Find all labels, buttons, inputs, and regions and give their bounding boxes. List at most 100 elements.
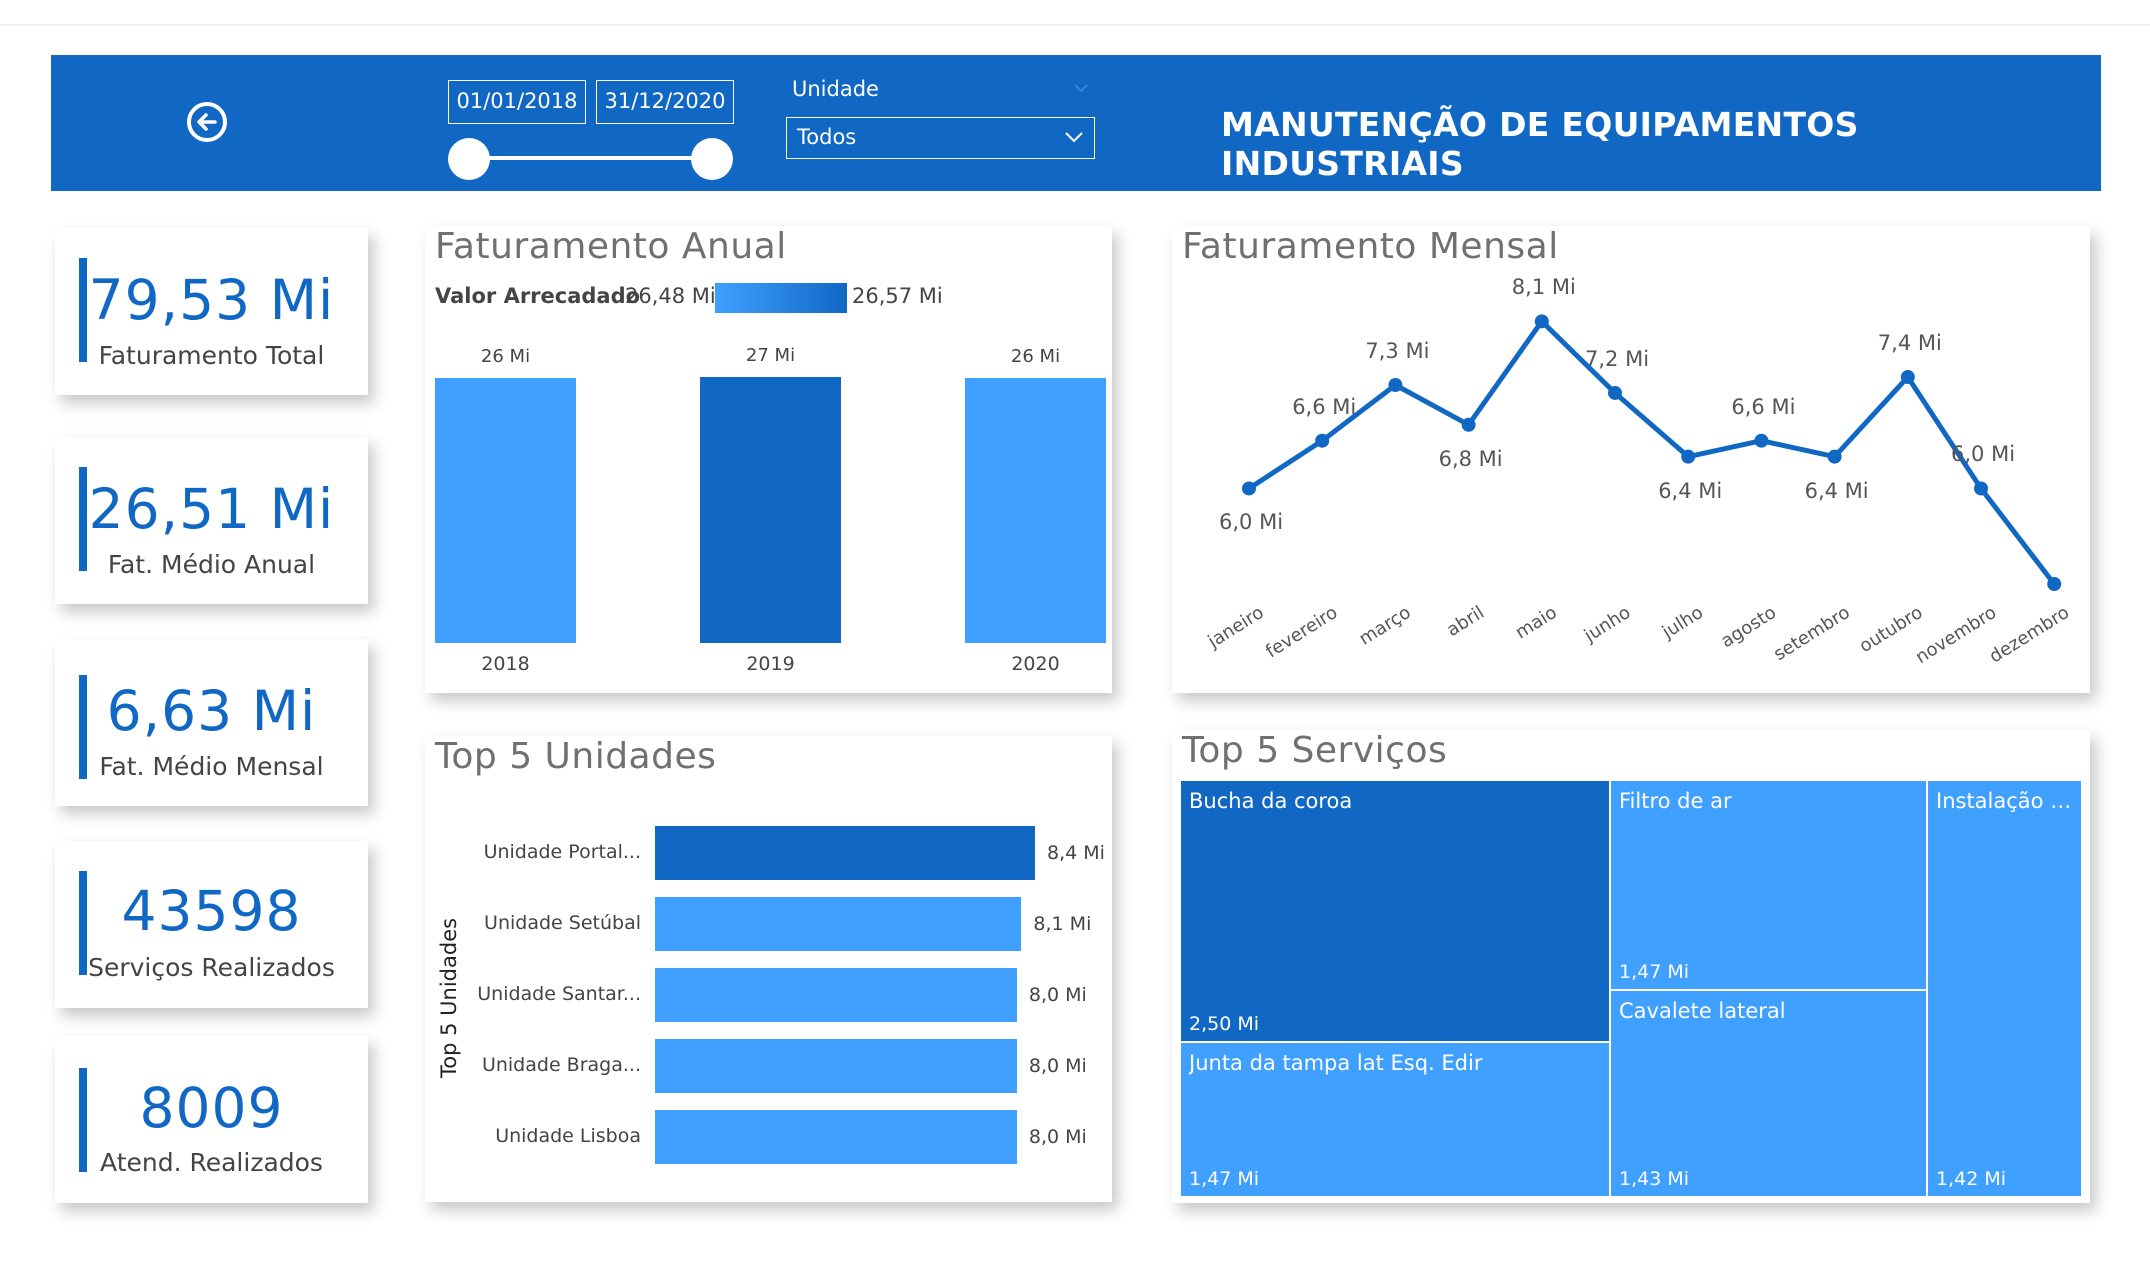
bar[interactable] [655,897,1022,951]
date-slider-end-handle[interactable] [691,138,733,180]
kpi-card-faturamento-total: 79,53 Mi Faturamento Total [55,228,368,395]
legend-title: Valor Arrecadado [435,284,641,308]
data-label: 6,0 Mi [1951,442,2016,467]
data-label: 6,4 Mi [1804,478,1869,503]
data-label: 6,4 Mi [1658,478,1723,503]
data-point[interactable] [1827,449,1842,464]
data-point[interactable] [1534,314,1549,329]
data-label: 26 Mi [1010,346,1061,368]
category-label: Unidade Portal... [483,841,641,863]
bar[interactable] [655,1110,1017,1164]
x-tick-label: 2020 [1011,653,1060,675]
tile-label: Instalação d... [1936,789,2075,813]
tile-value: 2,50 Mi [1189,1013,1260,1035]
tile-label: Bucha da coroa [1189,789,1353,813]
data-label: 8,0 Mi [1028,1055,1087,1077]
top-services-chart: Top 5 Serviços Bucha da coroa 2,50 Mi Junt… [1172,730,2090,1203]
kpi-value: 26,51 Mi [88,477,335,541]
category-label: Unidade Lisboa [495,1125,641,1147]
date-start-input[interactable]: 01/01/2018 [448,80,586,124]
data-point[interactable] [1681,449,1696,464]
kpi-label: Fat. Médio Anual [107,550,316,579]
treemap-tile[interactable]: Junta da tampa lat Esq. Edir 1,47 Mi [1180,1042,1610,1197]
back-button[interactable] [187,102,227,142]
data-point[interactable] [1900,370,1915,385]
tile-value: 1,47 Mi [1189,1168,1260,1190]
data-point[interactable] [1315,433,1330,448]
treemap-tile[interactable]: Filtro de ar 1,47 Mi [1610,780,1927,990]
data-label: 6,6 Mi [1292,394,1357,419]
data-point[interactable] [1242,481,1256,496]
page-title: MANUTENÇÃO DE EQUIPAMENTOS INDUSTRIAIS [1221,105,1859,183]
treemap-tile[interactable]: Bucha da coroa 2,50 Mi [1180,780,1610,1042]
chart-title: Top 5 Serviços [1182,730,1448,771]
data-label: 8,4 Mi [1047,842,1105,864]
data-point[interactable] [1754,433,1769,448]
data-point[interactable] [1608,385,1622,400]
legend-min: 26,48 Mi [625,284,716,308]
bar[interactable] [700,377,841,643]
top-units-chart: Top 5 Unidades Top 5 Unidades Unidade Po… [425,736,1112,1202]
data-label: 8,0 Mi [1028,984,1087,1006]
kpi-label: Serviços Realizados [88,953,335,982]
chart-title: Top 5 Unidades [435,736,717,777]
bar[interactable] [655,1039,1017,1093]
kpi-value: 8009 [139,1076,284,1140]
tile-value: 1,47 Mi [1619,961,1690,983]
treemap-tile[interactable]: Cavalete lateral 1,43 Mi [1610,990,1927,1197]
kpi-card-fat-medio-mensal: 6,63 Mi Fat. Médio Mensal [55,639,368,806]
treemap-tile[interactable]: Instalação d... 1,42 Mi [1927,780,2082,1197]
category-label: Unidade Braga... [481,1054,641,1076]
data-point[interactable] [1461,417,1476,432]
bar[interactable] [435,378,576,643]
monthly-revenue-chart: Faturamento Mensal 6,0 Mi janeiro 6,6 Mi fe… [1172,226,2090,693]
bar[interactable] [655,968,1017,1022]
bar[interactable] [965,378,1106,643]
kpi-card-servicos-realizados: 43598 Serviços Realizados [55,841,368,1008]
date-slider-start-handle[interactable] [448,138,490,180]
unit-dropdown[interactable]: Todos [786,117,1095,159]
chart-title: Faturamento Anual [435,226,787,267]
legend-gradient [715,283,847,313]
chevron-down-icon [1065,132,1083,143]
data-point[interactable] [1388,378,1403,392]
category-label: Unidade Santar... [477,983,641,1005]
arrow-left-icon [197,113,217,131]
unit-filter-label: Unidade [792,77,879,101]
date-end-input[interactable]: 31/12/2020 [596,80,734,124]
tile-label: Cavalete lateral [1619,999,1786,1023]
tile-label: Junta da tampa lat Esq. Edir [1189,1051,1483,1075]
data-label: 6,8 Mi [1438,446,1503,471]
data-point[interactable] [2047,577,2062,591]
kpi-card-atend-realizados: 8009 Atend. Realizados [55,1036,368,1203]
chevron-down-icon[interactable] [1072,79,1090,97]
bar[interactable] [655,826,1035,880]
data-label: 7,2 Mi [1585,346,1650,371]
tile-value: 1,42 Mi [1936,1168,2007,1190]
tile-value: 1,43 Mi [1619,1168,1690,1190]
x-tick-label: 2018 [481,653,530,675]
kpi-label: Atend. Realizados [100,1148,323,1177]
x-tick-label: 2019 [746,653,795,675]
data-label: 8,1 Mi [1033,913,1092,935]
data-label: 7,4 Mi [1877,331,1942,356]
kpi-value: 43598 [121,879,302,943]
legend-max: 26,57 Mi [852,284,943,308]
tile-label: Filtro de ar [1619,789,1732,813]
kpi-label: Fat. Médio Mensal [99,752,324,781]
kpi-card-fat-medio-anual: 26,51 Mi Fat. Médio Anual [55,437,368,604]
data-label: 6,6 Mi [1731,394,1796,419]
data-label: 26 Mi [480,346,531,368]
data-label: 27 Mi [745,345,796,367]
top-divider [0,24,2150,26]
data-label: 6,0 Mi [1219,510,1284,535]
kpi-value: 6,63 Mi [106,679,317,743]
date-range-slider-track[interactable] [469,156,712,160]
data-label: 8,1 Mi [1511,275,1576,300]
data-label: 8,0 Mi [1028,1126,1087,1148]
kpi-label: Faturamento Total [98,341,325,370]
data-point[interactable] [1974,481,1988,496]
header-bar: 01/01/2018 31/12/2020 Unidade Todos MANU… [51,55,2101,191]
data-label: 7,3 Mi [1365,339,1430,363]
unit-dropdown-value: Todos [797,125,857,149]
